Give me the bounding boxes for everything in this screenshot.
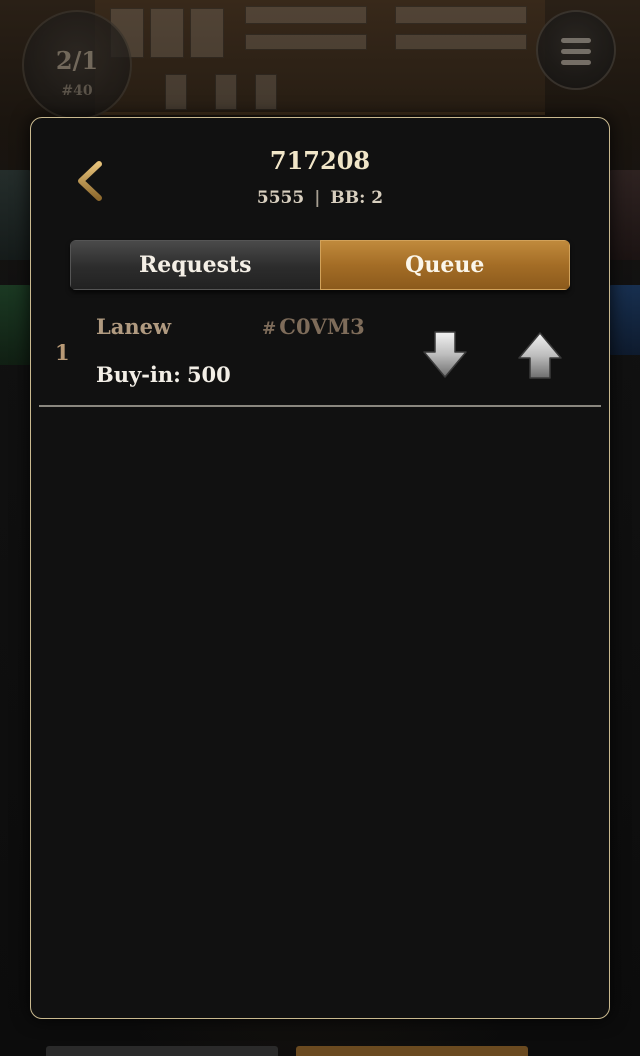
- background-left-card: [0, 170, 32, 260]
- background-bottom-button-left: [46, 1046, 278, 1056]
- table-number: #40: [61, 83, 93, 99]
- background-shelf: [95, 0, 545, 115]
- move-down-button[interactable]: [421, 330, 469, 380]
- background-bottom-button-right: [296, 1046, 528, 1056]
- player-id-prefix: #: [262, 319, 277, 339]
- player-id: # C0VM3: [262, 314, 365, 339]
- player-name: Lanew: [96, 314, 172, 339]
- buy-in-label: Buy-in:: [96, 362, 181, 387]
- buy-in-value: 500: [186, 362, 231, 387]
- arrow-down-icon: [423, 331, 467, 378]
- table-info-subtitle: 5555 | BB: 2: [31, 188, 609, 208]
- background-left-seat: [0, 285, 34, 365]
- subtitle-separator: |: [314, 188, 321, 208]
- buy-in: Buy-in: 500: [96, 362, 231, 387]
- move-up-button[interactable]: [516, 330, 564, 380]
- blind-level-value: 2/1: [55, 46, 99, 75]
- menu-button[interactable]: [536, 10, 616, 90]
- queue-modal: 717208 5555 | BB: 2 Requests Queue 1 Lanew…: [30, 117, 610, 1019]
- background-right-seat: [606, 285, 640, 355]
- blind-level-badge: 2/1 #40: [22, 10, 132, 120]
- table-stakes: 5555: [256, 188, 305, 208]
- player-id-value: C0VM3: [279, 314, 365, 339]
- queue-row: 1 Lanew # C0VM3 Buy-in: 500: [39, 304, 601, 407]
- tab-requests[interactable]: Requests: [70, 240, 320, 290]
- tab-queue[interactable]: Queue: [319, 240, 570, 290]
- arrow-up-icon: [518, 332, 562, 379]
- big-blind-info: BB: 2: [330, 188, 384, 208]
- hamburger-menu-icon: [561, 38, 591, 43]
- queue-position: 1: [55, 340, 70, 365]
- table-id-title: 717208: [269, 146, 371, 175]
- tab-bar: Requests Queue: [70, 240, 570, 290]
- background-right-card: [608, 170, 640, 260]
